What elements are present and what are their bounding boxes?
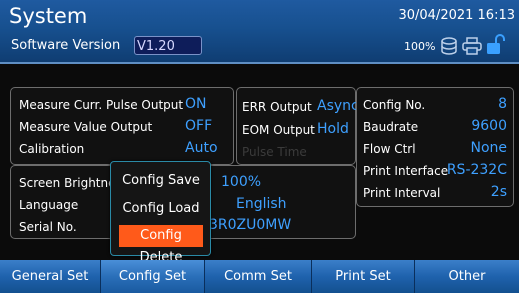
print-interval-label: Print Interval [363,186,441,200]
serial-no-label: Serial No. [19,220,77,234]
measure-curr-pulse-label: Measure Curr. Pulse Output [19,98,184,112]
print-interface-value[interactable]: RS-232C [447,162,507,178]
datetime: 30/04/2021 16:13 [398,8,515,23]
pulse-time-label: Pulse Time [242,145,307,159]
measure-settings-panel: Measure Curr. Pulse Output ON Measure Va… [10,87,234,165]
config-no-label: Config No. [363,98,426,112]
tab-config-set[interactable]: Config Set [101,260,205,293]
comm-settings-panel: Config No. 8 Baudrate 9600 Flow Ctrl Non… [356,87,514,207]
eom-output-value[interactable]: Hold [317,121,349,137]
language-value[interactable]: English [236,196,287,212]
software-version-label: Software Version [11,38,121,53]
measure-curr-pulse-value[interactable]: ON [185,96,207,112]
print-interface-label: Print Interface [363,164,449,178]
bottom-tab-bar: General Set Config Set Comm Set Print Se… [0,260,519,293]
measure-value-output-label: Measure Value Output [19,120,153,134]
lock-icon[interactable] [486,33,506,55]
baudrate-label: Baudrate [363,120,419,134]
language-label: Language [19,198,79,212]
disk-icon[interactable] [440,37,458,55]
config-delete-item[interactable]: Config Delete [119,225,203,265]
tab-general-set[interactable]: General Set [0,260,101,293]
tab-other[interactable]: Other [415,260,519,293]
screen-brightness-value[interactable]: 100% [221,174,261,190]
eom-output-label: EOM Output [242,123,315,137]
battery-level: 100% [404,40,436,53]
config-load-item[interactable]: Config Load [119,198,203,220]
err-output-value[interactable]: Async [317,98,359,114]
printer-icon[interactable] [462,37,482,55]
serial-no-value: 3R0ZU0MW [209,217,292,233]
page-title: System [9,4,88,28]
err-output-label: ERR Output [242,100,312,114]
config-save-item[interactable]: Config Save [119,170,203,192]
flow-ctrl-label: Flow Ctrl [363,142,416,156]
flow-ctrl-value[interactable]: None [470,140,507,156]
software-version-value: V1.20 [134,36,202,55]
print-interval-value[interactable]: 2s [491,184,507,200]
baudrate-value[interactable]: 9600 [471,118,507,134]
measure-value-output-value[interactable]: OFF [185,118,212,134]
tab-print-set[interactable]: Print Set [312,260,415,293]
config-no-value[interactable]: 8 [498,96,507,112]
output-settings-panel: ERR Output Async EOM Output Hold Pulse T… [236,87,359,165]
screen-brightness-label: Screen Brightne [19,176,116,190]
calibration-label: Calibration [19,142,85,156]
config-popup-menu: Config Save Config Load Config Delete [110,161,211,265]
header-bar: System Software Version V1.20 30/04/2021… [0,0,519,64]
calibration-value[interactable]: Auto [185,140,218,156]
system-screen: System Software Version V1.20 30/04/2021… [0,0,519,293]
tab-comm-set[interactable]: Comm Set [205,260,312,293]
